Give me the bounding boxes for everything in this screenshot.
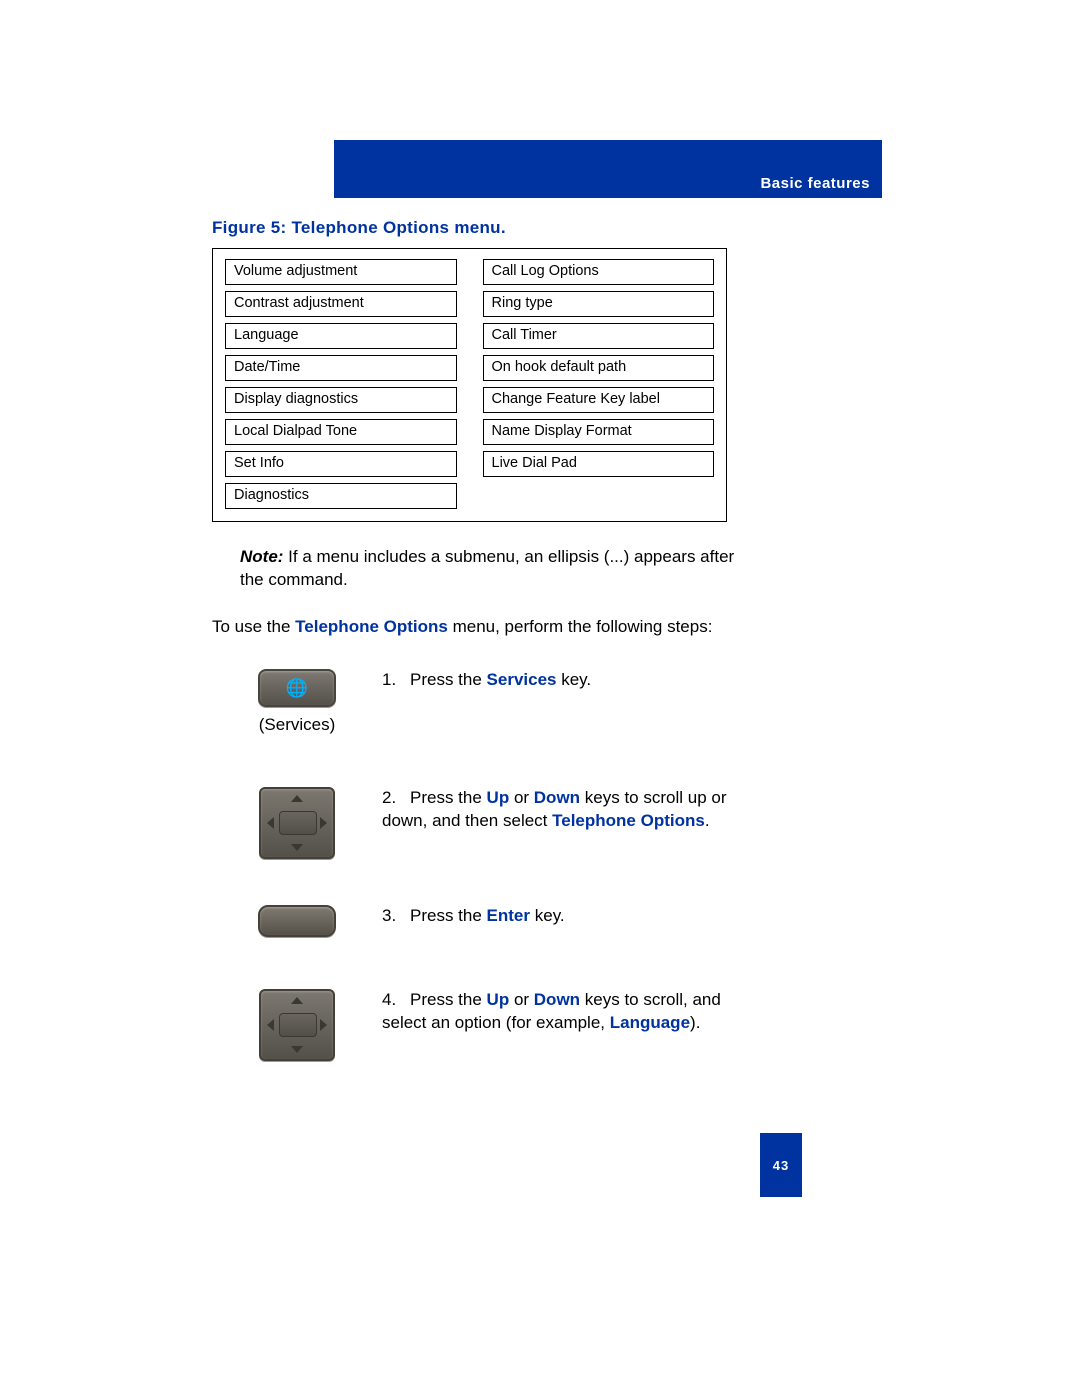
step-3-pre: Press the: [410, 906, 487, 925]
note-paragraph: Note: If a menu includes a submenu, an e…: [240, 546, 740, 592]
content-area: Figure 5: Telephone Options menu. Volume…: [212, 218, 750, 1113]
step-3-post: key.: [530, 906, 565, 925]
navigation-dpad-icon: [259, 787, 335, 859]
menu-column-right: Call Log Options Ring type Call Timer On…: [483, 259, 715, 509]
arrow-left-icon: [267, 817, 274, 829]
globe-icon: 🌐: [286, 679, 308, 697]
step-3-link: Enter: [487, 906, 530, 925]
step-4: 4.Press the Up or Down keys to scroll, a…: [212, 989, 750, 1061]
step-4-link-up: Up: [487, 990, 510, 1009]
menu-item: On hook default path: [483, 355, 715, 381]
header-band: Basic features: [334, 140, 882, 198]
navigation-dpad-icon: [259, 989, 335, 1061]
step-3-number: 3.: [382, 905, 410, 928]
step-3-icon-col: [212, 905, 382, 937]
telephone-options-menu-figure: Volume adjustment Contrast adjustment La…: [212, 248, 727, 522]
step-2-link-telephone-options: Telephone Options: [552, 811, 705, 830]
document-page: Basic features Figure 5: Telephone Optio…: [0, 0, 1080, 1397]
arrow-up-icon: [291, 795, 303, 802]
intro-pre: To use the: [212, 617, 295, 636]
step-2-number: 2.: [382, 787, 410, 810]
step-1-link: Services: [487, 670, 557, 689]
menu-item: Local Dialpad Tone: [225, 419, 457, 445]
menu-item: Contrast adjustment: [225, 291, 457, 317]
arrow-left-icon: [267, 1019, 274, 1031]
step-3: 3.Press the Enter key.: [212, 905, 750, 937]
arrow-down-icon: [291, 1046, 303, 1053]
intro-link: Telephone Options: [295, 617, 448, 636]
menu-item: Language: [225, 323, 457, 349]
step-1: 🌐 (Services) 1.Press the Services key.: [212, 669, 750, 735]
step-2-post: .: [705, 811, 710, 830]
menu-column-left: Volume adjustment Contrast adjustment La…: [225, 259, 457, 509]
arrow-down-icon: [291, 844, 303, 851]
enter-key-icon: [258, 905, 336, 937]
arrow-right-icon: [320, 1019, 327, 1031]
step-2-link-up: Up: [487, 788, 510, 807]
step-2-pre: Press the: [410, 788, 487, 807]
menu-item: Name Display Format: [483, 419, 715, 445]
step-4-post: ).: [690, 1013, 700, 1032]
step-3-text: 3.Press the Enter key.: [382, 905, 750, 928]
services-key-label: (Services): [259, 715, 336, 735]
step-1-post: key.: [557, 670, 592, 689]
step-4-number: 4.: [382, 989, 410, 1012]
menu-item: Ring type: [483, 291, 715, 317]
step-2: 2.Press the Up or Down keys to scroll up…: [212, 787, 750, 859]
step-4-pre: Press the: [410, 990, 487, 1009]
menu-item: Call Log Options: [483, 259, 715, 285]
menu-item: Date/Time: [225, 355, 457, 381]
menu-item: Change Feature Key label: [483, 387, 715, 413]
note-text: If a menu includes a submenu, an ellipsi…: [240, 547, 734, 589]
step-2-link-down: Down: [534, 788, 580, 807]
step-4-icon-col: [212, 989, 382, 1061]
step-4-text: 4.Press the Up or Down keys to scroll, a…: [382, 989, 750, 1035]
step-4-link-language: Language: [610, 1013, 690, 1032]
arrow-up-icon: [291, 997, 303, 1004]
note-label: Note:: [240, 547, 283, 566]
menu-item: Display diagnostics: [225, 387, 457, 413]
step-1-icon-col: 🌐 (Services): [212, 669, 382, 735]
step-1-text: 1.Press the Services key.: [382, 669, 750, 692]
intro-post: menu, perform the following steps:: [448, 617, 713, 636]
step-4-mid1: or: [509, 990, 534, 1009]
menu-item: Live Dial Pad: [483, 451, 715, 477]
services-key-icon: 🌐: [258, 669, 336, 707]
step-2-icon-col: [212, 787, 382, 859]
steps-list: 🌐 (Services) 1.Press the Services key.: [212, 669, 750, 1061]
figure-caption: Figure 5: Telephone Options menu.: [212, 218, 750, 238]
step-2-mid1: or: [509, 788, 534, 807]
arrow-right-icon: [320, 817, 327, 829]
header-section-title: Basic features: [760, 175, 870, 192]
intro-paragraph: To use the Telephone Options menu, perfo…: [212, 616, 750, 639]
page-number-box: 43: [760, 1133, 802, 1197]
menu-item: Set Info: [225, 451, 457, 477]
step-1-pre: Press the: [410, 670, 487, 689]
step-1-number: 1.: [382, 669, 410, 692]
menu-item: Diagnostics: [225, 483, 457, 509]
step-2-text: 2.Press the Up or Down keys to scroll up…: [382, 787, 750, 833]
page-number: 43: [773, 1158, 789, 1173]
step-4-link-down: Down: [534, 990, 580, 1009]
menu-item: Volume adjustment: [225, 259, 457, 285]
menu-item: Call Timer: [483, 323, 715, 349]
